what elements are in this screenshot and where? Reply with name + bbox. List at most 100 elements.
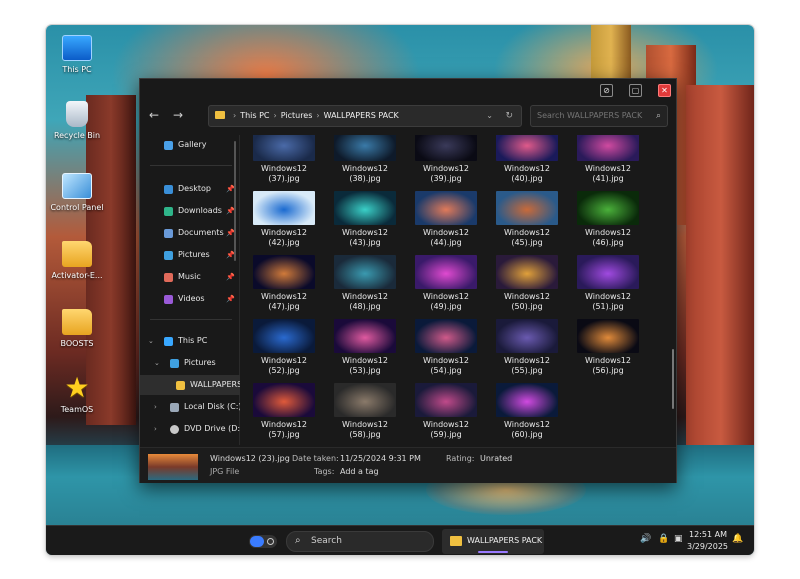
file-name-suffix: (39).jpg [430,174,462,183]
rating-value[interactable]: Unrated [480,454,512,463]
file-thumbnail [577,255,639,289]
file-name: Windows12 [342,420,388,429]
chevron-down-icon[interactable]: ⌄ [154,353,160,373]
divider [150,319,232,320]
address-bar[interactable]: › This PC › Pictures › WALLPAPERS PACK ⌄ ↻ [208,105,522,127]
date-taken-label: Date taken: [292,454,339,463]
desktop-icon-recycle-bin[interactable]: Recycle Bin [46,101,112,140]
sidebar-item-desktop[interactable]: Desktop 📌 [140,179,240,199]
desktop-icon-label: TeamOS [60,405,94,414]
file-tile[interactable]: Windows12 (38).jpg [325,135,405,184]
file-tile[interactable]: Windows12 (41).jpg [568,135,648,184]
file-tile[interactable]: Windows12 (46).jpg [568,191,648,248]
file-tile[interactable]: Windows12 (44).jpg [406,191,486,248]
file-name: Windows12 [342,164,388,173]
maximize-button[interactable]: ▢ [629,84,642,97]
security-icon[interactable]: 🔒 [658,534,669,544]
vertical-scrollbar[interactable] [672,349,674,409]
search-box[interactable]: ⌕ [530,105,668,127]
pin-icon[interactable]: 📌 [226,267,235,287]
file-tile[interactable]: Windows12 (58).jpg [325,383,405,440]
chevron-right-icon[interactable]: › [154,397,157,417]
volume-icon[interactable]: 🔊 [640,534,651,544]
file-tile[interactable]: Windows12 (59).jpg [406,383,486,440]
tags-value[interactable]: Add a tag [340,467,379,476]
sidebar-item-local-disk[interactable]: › Local Disk (C:) [140,397,240,417]
sidebar-item-music[interactable]: Music 📌 [140,267,240,287]
file-explorer-window: ⊘ ▢ ✕ ← → › This PC › Pictures › WALLPAPERS P… [139,78,677,483]
desktop-icon-activator[interactable]: Activator-E... [46,241,112,280]
file-tile[interactable]: Windows12 (45).jpg [487,191,567,248]
desktop-icon [164,185,173,194]
taskbar-search[interactable]: ⌕ Search [286,531,434,552]
file-name-suffix: (54).jpg [430,366,462,375]
file-tile[interactable]: Windows12 (39).jpg [406,135,486,184]
breadcrumb-wallpapers[interactable]: WALLPAPERS PACK [324,111,399,120]
address-dropdown-icon[interactable]: ⌄ [486,106,493,126]
search-input[interactable] [537,111,647,120]
sidebar-item-label: Pictures [184,358,216,367]
sidebar-item-label: DVD Drive (D:) [184,424,240,433]
notification-bell-icon[interactable]: 🔔 [732,534,743,544]
file-tile[interactable]: Windows12 (53).jpg [325,319,405,376]
selected-file-name: Windows12 (23).jpg [210,454,290,463]
sidebar-item-pc-pictures[interactable]: ⌄ Pictures [140,353,240,373]
taskbar-app-explorer[interactable]: WALLPAPERS PACK [442,529,544,554]
refresh-icon[interactable]: ↻ [505,106,513,126]
sidebar-item-videos[interactable]: Videos 📌 [140,289,240,309]
pin-icon[interactable]: 📌 [226,289,235,309]
forward-arrow-icon[interactable]: → [170,108,186,122]
file-name: Windows12 [504,164,550,173]
file-name-suffix: (42).jpg [268,238,300,247]
file-tile[interactable]: Windows12 (54).jpg [406,319,486,376]
desktop-icon-this-pc[interactable]: This PC [46,35,112,74]
screen-frame: This PC Recycle Bin Control Panel Activa… [46,25,754,555]
file-tile[interactable]: Windows12 (56).jpg [568,319,648,376]
back-arrow-icon[interactable]: ← [146,108,162,122]
sidebar-item-this-pc[interactable]: ⌄ This PC [140,331,240,351]
close-button[interactable]: ✕ [658,84,671,97]
chevron-right-icon[interactable]: › [154,419,157,439]
file-tile[interactable]: Windows12 (50).jpg [487,255,567,312]
file-name: Windows12 [342,356,388,365]
sidebar-item-downloads[interactable]: Downloads 📌 [140,201,240,221]
divider [150,165,232,166]
sidebar-item-wallpapers-pack[interactable]: WALLPAPERS PACK [140,375,240,395]
file-tile[interactable]: Windows12 (47).jpg [244,255,324,312]
desktop-icon-boosts[interactable]: BOOSTS [46,309,112,348]
file-tile[interactable]: Windows12 (48).jpg [325,255,405,312]
file-tile[interactable]: Windows12 (52).jpg [244,319,324,376]
sidebar-item-documents[interactable]: Documents 📌 [140,223,240,243]
recycle-bin-icon [66,101,88,127]
file-name-suffix: (56).jpg [592,366,624,375]
network-icon[interactable]: ▣ [674,534,683,544]
file-tile[interactable]: Windows12 (55).jpg [487,319,567,376]
sidebar-item-label: Gallery [178,140,207,149]
chevron-down-icon[interactable]: ⌄ [148,331,154,351]
widgets-toggle[interactable] [249,535,277,548]
file-tile[interactable]: Windows12 (60).jpg [487,383,567,440]
file-name-suffix: (50).jpg [511,302,543,311]
file-tile[interactable]: Windows12 (49).jpg [406,255,486,312]
sidebar-item-label: Pictures [178,250,210,259]
file-tile[interactable]: Windows12 (37).jpg [244,135,324,184]
clock[interactable]: 12:51 AM 3/29/2025 [687,529,728,553]
sidebar-item-dvd-drive[interactable]: › DVD Drive (D:) [140,419,240,439]
sidebar-item-gallery[interactable]: Gallery [140,135,240,155]
file-tile[interactable]: Windows12 (42).jpg [244,191,324,248]
desktop-icon-teamos[interactable]: ★ TeamOS [46,374,112,415]
file-tile[interactable]: Windows12 (57).jpg [244,383,324,440]
navigation-bar: ← → › This PC › Pictures › WALLPAPERS PACK ⌄ … [140,103,676,131]
sidebar-scrollbar[interactable] [234,141,236,261]
minimize-button[interactable]: ⊘ [600,84,613,97]
download-icon [164,207,173,216]
sidebar-item-pictures[interactable]: Pictures 📌 [140,245,240,265]
desktop-icon-control-panel[interactable]: Control Panel [46,173,112,212]
file-thumbnail [577,319,639,353]
sidebar-item-label: WALLPAPERS PACK [190,380,240,389]
file-tile[interactable]: Windows12 (43).jpg [325,191,405,248]
file-tile[interactable]: Windows12 (51).jpg [568,255,648,312]
breadcrumb-this-pc[interactable]: This PC [240,111,269,120]
breadcrumb-pictures[interactable]: Pictures [281,111,313,120]
file-tile[interactable]: Windows12 (40).jpg [487,135,567,184]
